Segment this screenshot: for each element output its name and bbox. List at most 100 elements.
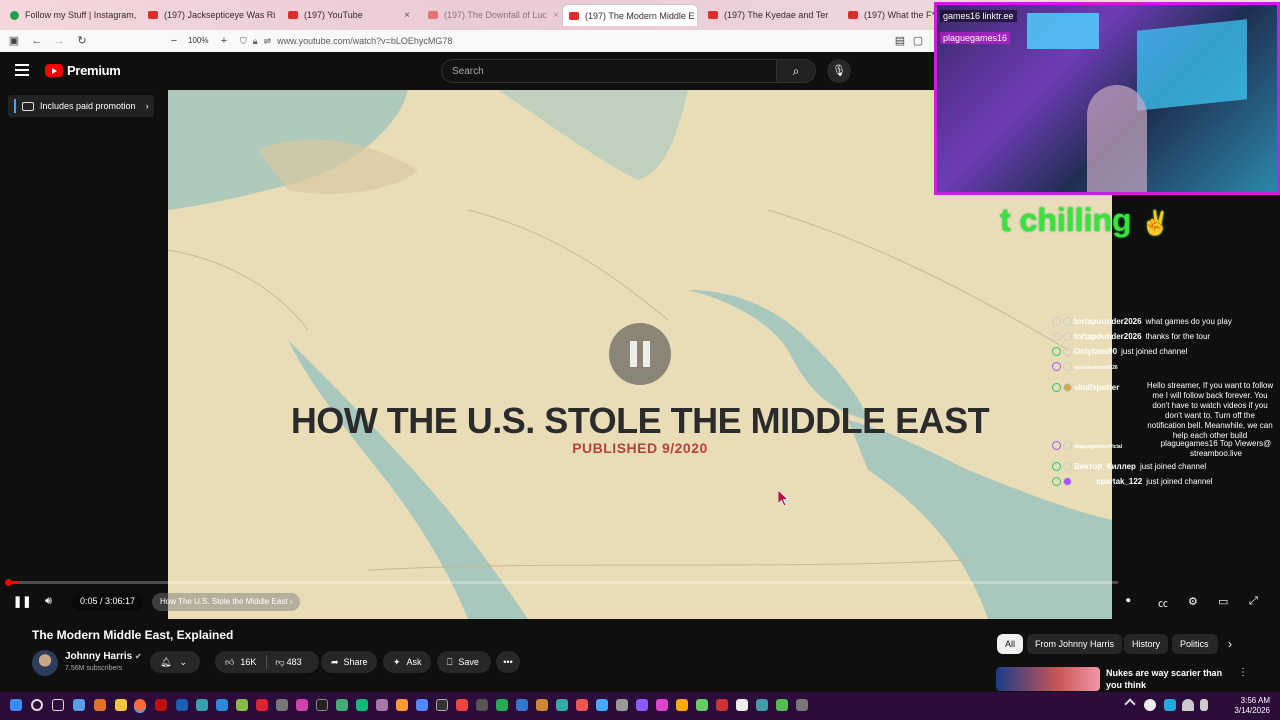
browser-tab[interactable]: Follow my Stuff | Instagram, Tik×: [4, 4, 136, 26]
app-icon[interactable]: [596, 699, 608, 711]
app-icon[interactable]: [376, 699, 388, 711]
app-icon[interactable]: [176, 699, 188, 711]
search-button[interactable]: ⌕: [776, 59, 816, 83]
app-icon[interactable]: [576, 699, 588, 711]
app-icon[interactable]: [636, 699, 648, 711]
video-progress-bar[interactable]: [5, 579, 1118, 586]
app-icon[interactable]: [396, 699, 408, 711]
scrubber-handle[interactable]: [5, 579, 12, 586]
volume-icon[interactable]: [1200, 699, 1208, 711]
chat-user: tortapounder2026: [1074, 317, 1142, 326]
channel-name[interactable]: Johnny Harris ✔: [65, 651, 142, 662]
app-icon[interactable]: [656, 699, 668, 711]
close-icon[interactable]: ×: [553, 10, 558, 21]
chapter-button[interactable]: How The U.S. Stole the Middle East ›: [152, 593, 301, 611]
app-icon[interactable]: [796, 699, 808, 711]
file-explorer-icon[interactable]: [115, 699, 127, 711]
browser-tab[interactable]: (197) YouTube ×: [282, 4, 416, 26]
pause-button[interactable]: ❚❚: [13, 595, 31, 611]
search-icon[interactable]: [31, 699, 43, 711]
recommendation-title[interactable]: Nukes are way scarier than you think: [1106, 667, 1236, 691]
app-icon[interactable]: [216, 699, 228, 711]
app-icon[interactable]: [476, 699, 488, 711]
forward-icon[interactable]: →: [51, 33, 67, 49]
more-vertical-icon[interactable]: ⋮: [1238, 667, 1248, 678]
settings-icon[interactable]: ⚙: [1188, 595, 1198, 611]
app-icon[interactable]: [236, 699, 248, 711]
app-icon[interactable]: [436, 699, 448, 711]
taskview-icon[interactable]: [52, 699, 64, 711]
menu-icon[interactable]: [15, 64, 29, 76]
app-icon[interactable]: [416, 699, 428, 711]
chevron-right-icon[interactable]: ›: [1228, 637, 1232, 651]
wifi-icon[interactable]: [1182, 699, 1194, 711]
browser-tab-active[interactable]: (197) The Modern Middle E×: [562, 4, 698, 26]
back-icon[interactable]: ←: [29, 33, 45, 49]
cloud-icon[interactable]: [1144, 699, 1156, 711]
app-icon[interactable]: [296, 699, 308, 711]
captions-icon[interactable]: ㏄: [1158, 595, 1168, 611]
browser-tab[interactable]: (197) The Downfall of Luc ×: [422, 4, 558, 26]
screenshot-icon[interactable]: ▢: [910, 33, 926, 49]
paid-promotion-badge[interactable]: Includes paid promotion ›: [8, 95, 154, 117]
sidebar-toggle-icon[interactable]: ▣: [6, 33, 22, 49]
app-icon[interactable]: [336, 699, 348, 711]
app-icon[interactable]: [756, 699, 768, 711]
share-button[interactable]: ➦ Share: [321, 651, 377, 673]
browser-tab[interactable]: (197) The Kyedae and Ter: [702, 4, 836, 26]
recommendation-thumbnail[interactable]: [996, 667, 1100, 691]
zoom-in-icon[interactable]: +: [216, 33, 232, 49]
autoplay-toggle[interactable]: ⏺: [1126, 595, 1131, 611]
app-icon[interactable]: [94, 699, 106, 711]
browser-tab[interactable]: (197) What the F*CK is: [842, 4, 934, 26]
app-icon[interactable]: [1164, 699, 1176, 711]
chip-all[interactable]: All: [997, 634, 1024, 654]
search-input[interactable]: Search: [441, 59, 777, 83]
reader-view-icon[interactable]: ▤: [892, 33, 908, 49]
browser-tab[interactable]: (197) Jacksepticeye Was Ri×: [142, 4, 276, 26]
chip-from-channel[interactable]: From Johnny Harris: [1027, 634, 1123, 654]
widgets-icon[interactable]: [73, 699, 85, 711]
windows-taskbar: 3:56 AM 3/14/2026: [0, 692, 1280, 720]
app-icon[interactable]: [256, 699, 268, 711]
save-button[interactable]: ⎕ Save: [437, 651, 491, 673]
voice-search-button[interactable]: 🎙︎: [827, 59, 851, 83]
app-icon[interactable]: [776, 699, 788, 711]
app-icon[interactable]: [196, 699, 208, 711]
volume-icon[interactable]: 🔊︎: [45, 595, 52, 611]
address-bar[interactable]: ⛉ 🔒︎ ⇌ www.youtube.com/watch?v=bLOEhycMG…: [240, 32, 900, 50]
fullscreen-icon[interactable]: ⤢: [1249, 595, 1258, 611]
app-icon[interactable]: [316, 699, 328, 711]
app-icon[interactable]: [155, 699, 167, 711]
app-icon[interactable]: [676, 699, 688, 711]
close-icon[interactable]: ×: [404, 10, 410, 21]
app-icon[interactable]: [736, 699, 748, 711]
app-icon[interactable]: [716, 699, 728, 711]
more-actions-button[interactable]: •••: [496, 651, 520, 673]
reload-icon[interactable]: ↻: [74, 33, 90, 49]
app-icon[interactable]: [536, 699, 548, 711]
app-icon[interactable]: [616, 699, 628, 711]
pause-icon[interactable]: [609, 323, 671, 385]
app-icon[interactable]: [556, 699, 568, 711]
app-icon[interactable]: [696, 699, 708, 711]
subscribed-button[interactable]: 🔔︎ ⌄: [150, 651, 200, 673]
zoom-out-icon[interactable]: −: [166, 33, 182, 49]
ask-button[interactable]: ✦ Ask: [383, 651, 431, 673]
app-icon[interactable]: [456, 699, 468, 711]
app-icon[interactable]: [356, 699, 368, 711]
miniplayer-icon[interactable]: ▭: [1218, 595, 1228, 611]
app-icon[interactable]: [516, 699, 528, 711]
channel-avatar[interactable]: [32, 650, 58, 676]
like-button[interactable]: 👍︎ 16K 👎︎ 483: [215, 651, 319, 673]
firefox-icon[interactable]: [134, 699, 146, 711]
youtube-premium-logo[interactable]: Premium: [45, 63, 121, 78]
start-icon[interactable]: [10, 699, 22, 711]
chip-history[interactable]: History: [1124, 634, 1169, 654]
app-icon[interactable]: [276, 699, 288, 711]
app-icon[interactable]: [496, 699, 508, 711]
zoom-level[interactable]: 100%: [188, 36, 208, 45]
chevron-up-icon[interactable]: [1124, 698, 1136, 710]
system-clock[interactable]: 3:56 AM 3/14/2026: [1218, 696, 1270, 716]
chip-politics[interactable]: Politics: [1172, 634, 1218, 654]
